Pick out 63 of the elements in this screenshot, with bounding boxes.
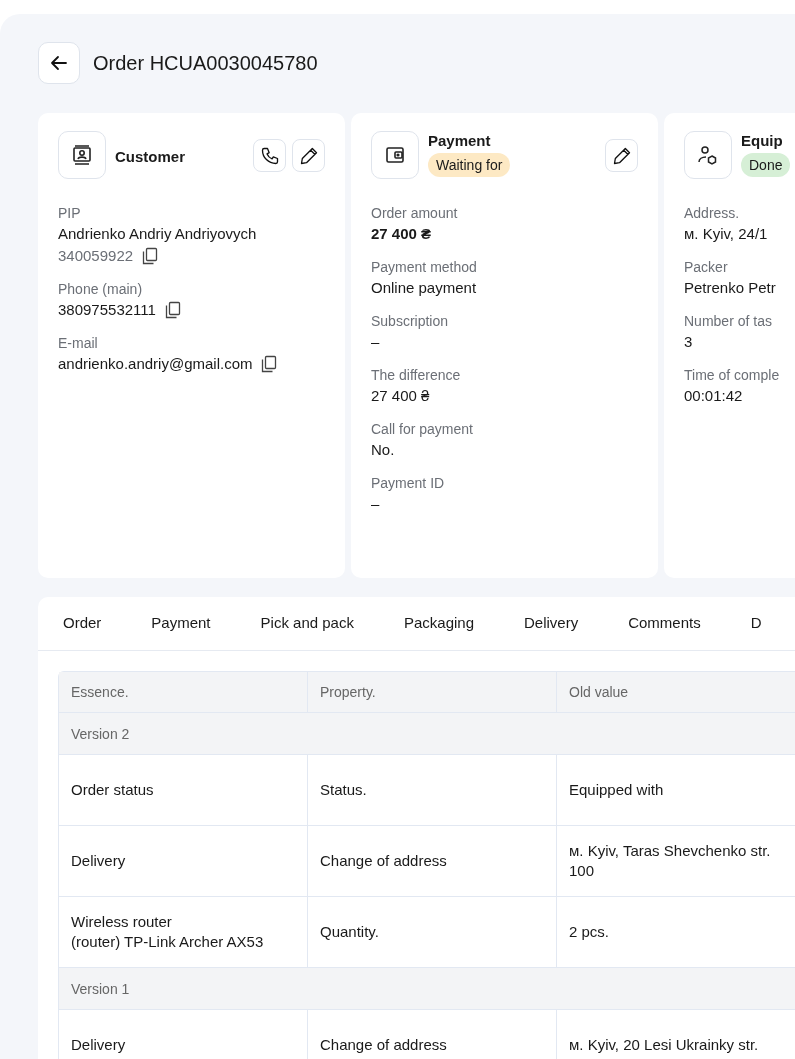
- field-value: No.: [371, 440, 395, 460]
- edit-button[interactable]: [605, 139, 638, 172]
- field-label: Number of tas: [684, 312, 773, 331]
- card-title: Equip: [741, 132, 783, 149]
- field-label: The difference: [371, 366, 462, 385]
- copy-icon[interactable]: [260, 355, 279, 373]
- table-cell: Change of address: [308, 826, 557, 896]
- field-label: E-mail: [58, 334, 99, 353]
- field-label: Call for payment: [371, 420, 474, 439]
- tab[interactable]: Payment: [134, 597, 228, 650]
- table-cell: Delivery: [59, 826, 308, 896]
- pencil-icon: [611, 145, 632, 166]
- table-cell: Equipped with: [557, 755, 795, 825]
- card-title: Payment: [428, 132, 491, 149]
- field-value: м. Kyiv, 24/1: [684, 224, 768, 244]
- field-value: 00:01:42: [684, 386, 743, 406]
- arrow-left-icon: [49, 53, 69, 73]
- tab[interactable]: Delivery: [507, 597, 596, 650]
- field-value: –: [371, 332, 380, 352]
- id-card-icon: [70, 143, 94, 167]
- field-value: Andrienko Andriy Andriyovych: [58, 224, 257, 244]
- field-label: Time of comple: [684, 366, 781, 385]
- field-value: andrienko.andriy@gmail.com: [58, 354, 253, 374]
- page-title: Order HCUA0030045780: [93, 51, 318, 75]
- field-label: Order amount: [371, 204, 459, 223]
- table-cell: м. Kyiv, 20 Lesi Ukrainky str.: [557, 1010, 795, 1059]
- field-label: Packer: [684, 258, 729, 277]
- version-row: Version 1: [59, 967, 795, 1009]
- back-button[interactable]: [38, 42, 80, 84]
- copy-icon[interactable]: [141, 247, 160, 265]
- field-label: PIP: [58, 204, 82, 223]
- field-value: 27 400 ₴: [371, 224, 432, 244]
- tab[interactable]: Packaging: [386, 597, 491, 650]
- field-value: 3: [684, 332, 693, 352]
- tab[interactable]: Order: [46, 597, 119, 650]
- field-label: Subscription: [371, 312, 450, 331]
- field-value: –: [371, 494, 380, 514]
- tab[interactable]: Pick and pack: [243, 597, 371, 650]
- field-value: 340059922: [58, 246, 134, 266]
- field-label: Address.: [684, 204, 741, 223]
- card-title: Customer: [115, 147, 185, 165]
- status-badge: Done: [741, 153, 791, 177]
- field-value: 380975532111: [58, 300, 156, 320]
- copy-icon[interactable]: [163, 301, 182, 319]
- pencil-icon: [298, 145, 319, 166]
- version-row: Version 2: [59, 712, 795, 754]
- call-button[interactable]: [253, 139, 286, 172]
- phone-icon: [259, 145, 280, 166]
- field-label: Payment method: [371, 258, 478, 277]
- field-value: 27 400 ₴: [371, 386, 430, 406]
- table-cell: Status.: [308, 755, 557, 825]
- edit-button[interactable]: [292, 139, 325, 172]
- field-value: Online payment: [371, 278, 477, 298]
- status-badge: Waiting for: [428, 153, 511, 177]
- table-cell: Change of address: [308, 1010, 557, 1059]
- table-cell: Delivery: [59, 1010, 308, 1059]
- field-label: Payment ID: [371, 474, 446, 493]
- table-cell: Order status: [59, 755, 308, 825]
- table-cell: м. Kyiv, Taras Shevchenko str. 100: [557, 826, 795, 896]
- tab[interactable]: D: [733, 597, 779, 650]
- field-label: Phone (main): [58, 280, 144, 299]
- tab[interactable]: Comments: [611, 597, 718, 650]
- field-value: Petrenko Petr: [684, 278, 776, 298]
